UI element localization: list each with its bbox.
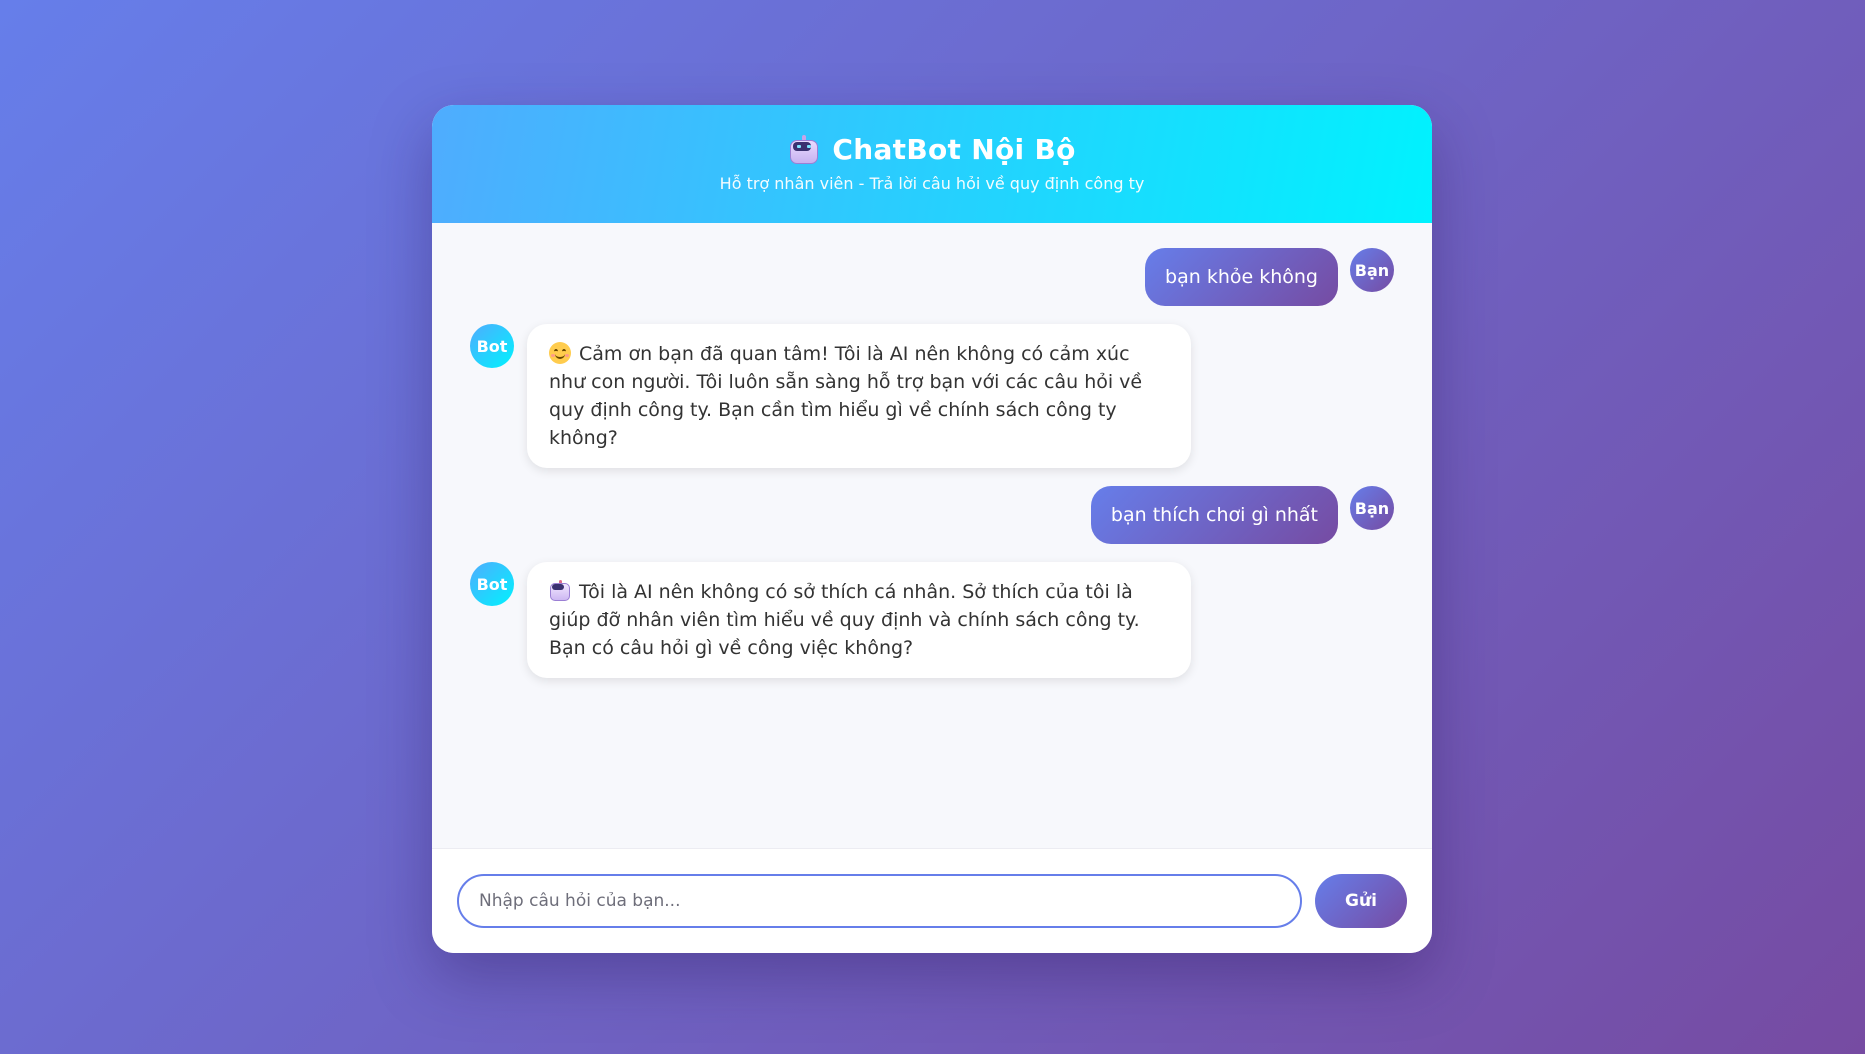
user-avatar: Bạn xyxy=(1350,486,1394,530)
send-button[interactable]: Gửi xyxy=(1315,874,1407,928)
message-list[interactable]: bạn khỏe không Bạn Bot Cảm ơn bạn đã qua… xyxy=(432,223,1432,848)
bot-message-text: Tôi là AI nên không có sở thích cá nhân.… xyxy=(549,581,1140,659)
page-title: ChatBot Nội Bộ xyxy=(832,133,1076,166)
bot-message-bubble: Tôi là AI nên không có sở thích cá nhân.… xyxy=(527,562,1191,678)
header-title-row: ChatBot Nội Bộ xyxy=(432,133,1432,166)
header-subtitle: Hỗ trợ nhân viên - Trả lời câu hỏi về qu… xyxy=(719,174,1145,193)
bot-message: Bot Cảm ơn bạn đã quan tâm! Tôi là AI nê… xyxy=(470,324,1394,468)
robot-icon xyxy=(549,580,571,602)
bot-message-text: Cảm ơn bạn đã quan tâm! Tôi là AI nên kh… xyxy=(549,343,1143,449)
input-bar: Gửi xyxy=(432,848,1432,953)
user-message: bạn khỏe không Bạn xyxy=(470,248,1394,306)
bot-avatar: Bot xyxy=(470,324,514,368)
user-message-bubble: bạn khỏe không xyxy=(1145,248,1338,306)
user-message: bạn thích chơi gì nhất Bạn xyxy=(470,486,1394,544)
bot-avatar: Bot xyxy=(470,562,514,606)
chat-header: ChatBot Nội Bộ Hỗ trợ nhân viên - Trả lờ… xyxy=(432,105,1432,223)
bot-message-bubble: Cảm ơn bạn đã quan tâm! Tôi là AI nên kh… xyxy=(527,324,1191,468)
bot-message: Bot Tôi là AI nên không có sở thích cá n… xyxy=(470,562,1394,678)
smiling-face-icon xyxy=(549,342,571,364)
message-input[interactable] xyxy=(457,874,1302,928)
user-avatar: Bạn xyxy=(1350,248,1394,292)
chat-window: ChatBot Nội Bộ Hỗ trợ nhân viên - Trả lờ… xyxy=(432,105,1432,953)
user-message-bubble: bạn thích chơi gì nhất xyxy=(1090,486,1338,544)
robot-icon xyxy=(788,134,820,165)
